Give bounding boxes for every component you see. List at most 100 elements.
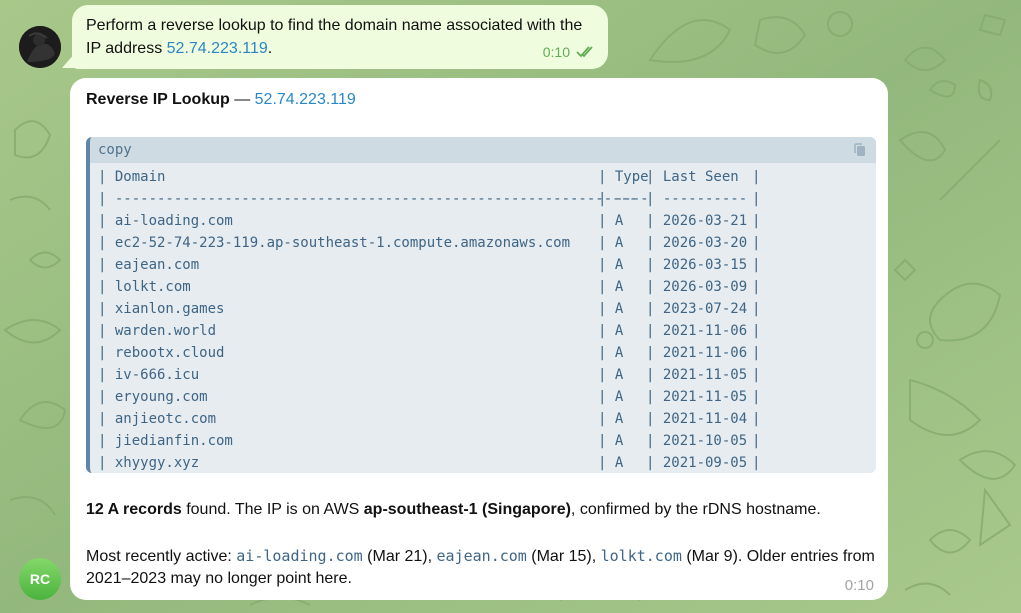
cell-type: | A (598, 411, 624, 427)
double-check-icon (576, 46, 593, 58)
lookup-title-bold: Reverse IP Lookup (86, 91, 230, 108)
incoming-message-bubble: Reverse IP Lookup — 52.74.223.119 copy |… (70, 78, 888, 600)
cell-end-separator: | (752, 301, 761, 317)
cell-last-seen: | 2021-09-05 (646, 455, 748, 471)
cell-end-separator: | (752, 345, 761, 361)
table-row: | ai-loading.com | A | 2026-03-21 | (98, 210, 876, 232)
table-row: | eajean.com | A | 2026-03-15 | (98, 254, 876, 276)
user-avatar-image (19, 26, 61, 68)
code-table: | Domain | Type| Last Seen | | ------------… (90, 163, 876, 473)
cell-end-separator: | (752, 411, 761, 427)
cell-last-seen: | 2026-03-20 (646, 235, 748, 251)
summary-count: 12 A records (86, 501, 182, 518)
cell-type: | A (598, 433, 624, 449)
cell-domain: | ec2-52-74-223-119.ap-southeast-1.compu… (98, 235, 571, 251)
cell-last-seen: | 2023-07-24 (646, 301, 748, 317)
lookup-title-ip-link[interactable]: 52.74.223.119 (255, 91, 356, 108)
cell-domain: | jiedianfin.com (98, 433, 233, 449)
lookup-title-dash: — (229, 91, 255, 108)
table-row: | xhyygy.xyz | A | 2021-09-05 | (98, 452, 876, 473)
detail-note: (Mar 21), (362, 548, 437, 565)
cell-type: | A (598, 213, 624, 229)
cell-last-seen: | 2026-03-21 (646, 213, 748, 229)
table-row: | xianlon.games | A | 2023-07-24 | (98, 298, 876, 320)
cell-domain: | iv-666.icu (98, 367, 200, 383)
bot-avatar[interactable]: RC (19, 558, 61, 600)
cell-type: | A (598, 235, 624, 251)
cell-last-seen: | 2021-11-04 (646, 411, 748, 427)
table-row: | warden.world | A | 2021-11-06 | (98, 320, 876, 342)
table-row: | eryoung.com | A | 2021-11-05 | (98, 386, 876, 408)
table-header-row: | Domain | Type| Last Seen | (98, 166, 876, 188)
cell-domain: | Domain (98, 169, 166, 185)
cell-domain: | eajean.com (98, 257, 200, 273)
cell-last-seen: | 2021-10-05 (646, 433, 748, 449)
summary-region: ap-southeast-1 (Singapore) (363, 501, 571, 518)
cell-last-seen: | Last Seen (646, 169, 739, 185)
inline-code-domain: lolkt.com (600, 547, 682, 565)
cell-type: | Type (598, 169, 649, 185)
bot-avatar-initials: RC (29, 571, 51, 587)
outgoing-text-before: Perform a reverse lookup to find the dom… (86, 17, 583, 57)
outgoing-text-after: . (267, 40, 273, 57)
user-avatar[interactable] (19, 26, 61, 68)
cell-type: | A (598, 345, 624, 361)
cell-domain: | xhyygy.xyz (98, 455, 200, 471)
cell-last-seen: | 2021-11-05 (646, 389, 748, 405)
summary-end: , confirmed by the rDNS hostname. (570, 501, 821, 518)
cell-type: | A (598, 279, 624, 295)
outgoing-message-meta: 0:10 (543, 41, 596, 63)
table-row: | anjieotc.com | A | 2021-11-04 | (98, 408, 876, 430)
cell-type: | A (598, 389, 624, 405)
cell-type: | A (598, 323, 624, 339)
cell-type: | A (598, 367, 624, 383)
cell-last-seen: | 2021-11-06 (646, 345, 748, 361)
table-row: | jiedianfin.com | A | 2021-10-05 | (98, 430, 876, 452)
cell-end-separator: | (752, 279, 761, 295)
outgoing-message-time: 0:10 (542, 44, 570, 60)
summary-paragraph: 12 A records found. The IP is on AWS ap-… (86, 499, 886, 521)
detail-prefix: Most recently active: (86, 548, 237, 565)
cell-domain: | eryoung.com (98, 389, 208, 405)
cell-end-separator: | (752, 455, 761, 471)
cell-end-separator: | (752, 367, 761, 383)
outgoing-ip-link[interactable]: 52.74.223.119 (167, 40, 268, 57)
detail-paragraph: Most recently active: ai-loading.com (Ma… (86, 545, 876, 590)
cell-domain: | rebootx.cloud (98, 345, 225, 361)
table-row: | iv-666.icu | A | 2021-11-05 | (98, 364, 876, 386)
inline-code-domain: eajean.com (436, 547, 527, 565)
cell-end-separator: | (752, 323, 761, 339)
lookup-title: Reverse IP Lookup — 52.74.223.119 (86, 90, 872, 110)
inline-code-domain: ai-loading.com (236, 547, 363, 565)
cell-domain: | xianlon.games (98, 301, 225, 317)
incoming-message-time: 0:10 (844, 577, 874, 594)
cell-end-separator: | (752, 433, 761, 449)
table-row: | rebootx.cloud | A | 2021-11-06 | (98, 342, 876, 364)
cell-domain: | anjieotc.com (98, 411, 217, 427)
cell-end-separator: | (752, 235, 761, 251)
cell-end-separator: | (752, 191, 761, 207)
copy-icon[interactable] (852, 142, 868, 158)
cell-end-separator: | (752, 169, 761, 185)
table-divider-row: | --------------------------------------… (98, 188, 876, 210)
cell-type: | A (598, 455, 624, 471)
outgoing-message-bubble: Perform a reverse lookup to find the dom… (72, 5, 608, 69)
detail-note: (Mar 15), (526, 548, 601, 565)
cell-domain: | lolkt.com (98, 279, 191, 295)
cell-type: | A (598, 301, 624, 317)
cell-end-separator: | (752, 213, 761, 229)
cell-last-seen: | 2026-03-09 (646, 279, 748, 295)
cell-type: | ---- (598, 191, 649, 207)
cell-last-seen: | 2021-11-06 (646, 323, 748, 339)
cell-last-seen: | 2026-03-15 (646, 257, 748, 273)
cell-domain: | --------------------------------------… (98, 191, 638, 207)
table-row: | lolkt.com | A | 2026-03-09 | (98, 276, 876, 298)
cell-domain: | warden.world (98, 323, 217, 339)
cell-last-seen: | 2021-11-05 (646, 367, 748, 383)
code-block: copy | Domain | Type| Last Seen | | -------… (86, 137, 876, 473)
code-block-header: copy (90, 137, 876, 163)
cell-last-seen: | ---------- (646, 191, 748, 207)
cell-type: | A (598, 257, 624, 273)
table-row: | ec2-52-74-223-119.ap-southeast-1.compu… (98, 232, 876, 254)
code-language-label: copy (98, 142, 132, 158)
